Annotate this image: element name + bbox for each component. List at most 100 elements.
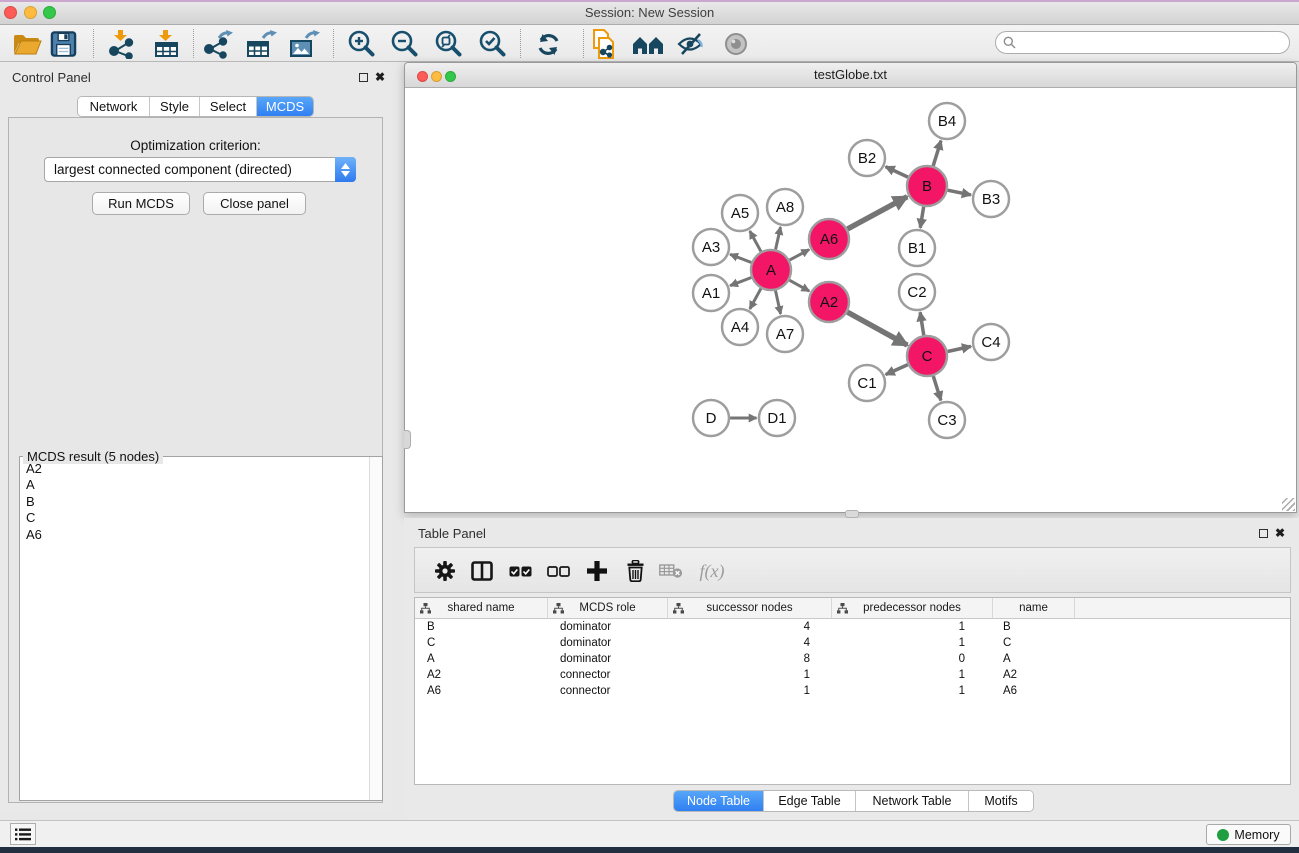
save-session-icon[interactable] — [45, 28, 81, 60]
graph-edge-A6-B[interactable] — [847, 197, 907, 229]
zoom-fit-icon[interactable] — [430, 28, 466, 60]
memory-button[interactable]: Memory — [1206, 824, 1291, 845]
graph-edge-B-B2[interactable] — [886, 167, 908, 177]
mcds-result-item[interactable]: B — [21, 494, 368, 510]
graph-edge-C-C2[interactable] — [920, 312, 924, 335]
table-cell[interactable]: A6 — [415, 683, 548, 699]
network-window-titlebar[interactable]: testGlobe.txt — [405, 63, 1296, 88]
zoom-out-icon[interactable] — [386, 28, 422, 60]
graph-edge-A-A5[interactable] — [750, 231, 761, 252]
table-cell[interactable]: C — [993, 635, 1075, 651]
tab-network[interactable]: Network — [78, 97, 150, 116]
graph-edge-A-A4[interactable] — [750, 288, 761, 309]
optimization-dropdown[interactable]: largest connected component (directed) — [44, 157, 356, 182]
tab-mcds[interactable]: MCDS — [257, 97, 313, 116]
table-cell[interactable]: dominator — [548, 619, 668, 635]
column-header-shared-name[interactable]: shared name — [415, 598, 548, 618]
table-row[interactable]: Adominator80A — [415, 651, 1290, 667]
graph-edge-C-C1[interactable] — [886, 365, 908, 375]
clone-network-icon[interactable] — [587, 28, 623, 60]
mcds-result-item[interactable]: A2 — [21, 461, 368, 477]
column-header-name[interactable]: name — [993, 598, 1075, 618]
task-history-button[interactable] — [10, 823, 36, 845]
table-row[interactable]: Bdominator41B — [415, 619, 1290, 635]
table-cell[interactable]: A2 — [993, 667, 1075, 683]
table-cell[interactable]: 1 — [832, 635, 993, 651]
graph-edge-A-A2[interactable] — [789, 280, 809, 291]
float-panel-icon[interactable] — [359, 73, 368, 82]
network-minimize-button[interactable] — [431, 71, 442, 82]
table-cell[interactable]: 1 — [668, 683, 832, 699]
split-table-icon[interactable] — [467, 558, 497, 584]
close-table-panel-icon[interactable]: ✖ — [1275, 527, 1285, 539]
close-panel-icon[interactable]: ✖ — [375, 71, 385, 83]
refresh-layout-icon[interactable] — [530, 28, 566, 60]
table-row[interactable]: Cdominator41C — [415, 635, 1290, 651]
table-cell[interactable]: 0 — [832, 651, 993, 667]
birdseye-toggle-handle[interactable] — [404, 430, 411, 449]
table-cell[interactable]: dominator — [548, 651, 668, 667]
table-cell[interactable]: 1 — [832, 619, 993, 635]
open-session-icon[interactable] — [9, 28, 45, 60]
tab-network-table[interactable]: Network Table — [856, 791, 969, 811]
graph-edge-C-C3[interactable] — [933, 376, 941, 400]
show-eye-icon[interactable] — [718, 28, 754, 60]
mcds-result-item[interactable]: A — [21, 477, 368, 493]
table-cell[interactable]: A — [993, 651, 1075, 667]
table-cell[interactable]: connector — [548, 667, 668, 683]
export-network-icon[interactable] — [200, 28, 236, 60]
table-cell[interactable]: B — [415, 619, 548, 635]
show-all-windows-icon[interactable] — [630, 28, 666, 60]
table-cell[interactable]: 8 — [668, 651, 832, 667]
table-cell[interactable]: A6 — [993, 683, 1075, 699]
mcds-result-item[interactable]: A6 — [21, 527, 368, 543]
search-field[interactable] — [995, 31, 1290, 54]
column-header-successor-nodes[interactable]: successor nodes — [668, 598, 832, 618]
column-header-predecessor-nodes[interactable]: predecessor nodes — [832, 598, 993, 618]
tab-edge-table[interactable]: Edge Table — [764, 791, 856, 811]
import-network-icon[interactable] — [103, 28, 139, 60]
minimize-window-button[interactable] — [24, 6, 37, 19]
float-table-panel-icon[interactable] — [1259, 529, 1268, 538]
function-builder-icon[interactable]: f(x) — [691, 558, 733, 584]
network-zoom-button[interactable] — [445, 71, 456, 82]
network-close-button[interactable] — [417, 71, 428, 82]
graph-edge-B-B4[interactable] — [933, 141, 941, 166]
table-cell[interactable]: connector — [548, 683, 668, 699]
import-table-icon[interactable] — [148, 28, 184, 60]
table-cell[interactable]: 4 — [668, 635, 832, 651]
export-image-icon[interactable] — [286, 28, 322, 60]
tab-style[interactable]: Style — [150, 97, 200, 116]
network-canvas-svg[interactable]: AA1A2A3A4A5A6A7A8BB1B2B3B4CC1C2C3C4DD1 — [405, 89, 1296, 513]
graph-edge-A2-C[interactable] — [847, 312, 907, 345]
table-cell[interactable]: dominator — [548, 635, 668, 651]
tab-select[interactable]: Select — [200, 97, 257, 116]
export-table-icon[interactable] — [243, 28, 279, 60]
graph-edge-B-B3[interactable] — [948, 190, 971, 195]
close-window-button[interactable] — [4, 6, 17, 19]
table-row[interactable]: A6connector11A6 — [415, 683, 1290, 699]
run-mcds-button[interactable]: Run MCDS — [92, 192, 190, 215]
table-cell[interactable]: C — [415, 635, 548, 651]
table-cell[interactable]: 4 — [668, 619, 832, 635]
splitter-handle[interactable] — [845, 510, 859, 518]
delete-icon[interactable] — [620, 558, 650, 584]
graph-edge-A-A8[interactable] — [776, 227, 781, 249]
tab-motifs[interactable]: Motifs — [969, 791, 1033, 811]
graph-edge-A-A1[interactable] — [730, 278, 751, 286]
zoom-window-button[interactable] — [43, 6, 56, 19]
zoom-in-icon[interactable] — [343, 28, 379, 60]
graph-edge-C-C4[interactable] — [948, 346, 971, 351]
table-row[interactable]: A2connector11A2 — [415, 667, 1290, 683]
tab-node-table[interactable]: Node Table — [674, 791, 764, 811]
table-cell[interactable]: 1 — [832, 667, 993, 683]
graph-edge-B-B1[interactable] — [920, 207, 923, 228]
hide-panels-icon[interactable] — [673, 28, 709, 60]
deselect-all-icon[interactable] — [543, 558, 573, 584]
select-all-icon[interactable] — [505, 558, 535, 584]
gear-icon[interactable] — [430, 558, 460, 584]
table-cell[interactable]: B — [993, 619, 1075, 635]
search-input[interactable] — [1020, 36, 1289, 50]
table-cell[interactable]: A — [415, 651, 548, 667]
result-scrollbar[interactable] — [369, 457, 382, 800]
